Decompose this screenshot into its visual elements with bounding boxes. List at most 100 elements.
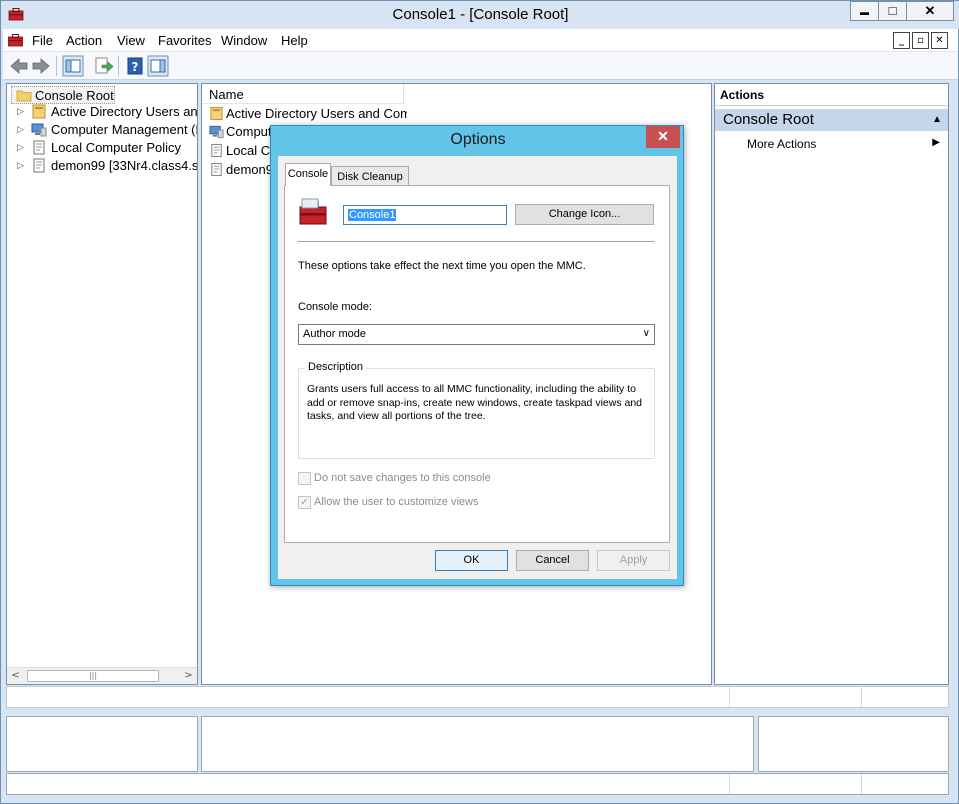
expand-arrow-icon[interactable]: ▷ [17, 160, 24, 171]
console-tree-pane: Console Root ▷ Active Directory Users an… [6, 83, 198, 685]
expand-arrow-icon[interactable]: ▷ [17, 106, 24, 117]
tree-item-console-root[interactable]: Console Root [11, 86, 115, 104]
svg-text:?: ? [132, 60, 139, 74]
show-hide-tree-icon[interactable] [62, 55, 84, 77]
mdi-minimize-button[interactable]: _ [893, 32, 910, 49]
menu-view[interactable]: View [117, 33, 145, 48]
tab-disk-cleanup[interactable]: Disk Cleanup [331, 166, 409, 186]
cancel-button[interactable]: Cancel [516, 550, 589, 571]
mdi-restore-button[interactable]: ▫ [912, 32, 929, 49]
help-icon[interactable]: ? [124, 55, 146, 77]
apply-button[interactable]: Apply [597, 550, 670, 571]
checkbox-unchecked-icon[interactable] [298, 472, 311, 485]
status-cell [861, 774, 949, 794]
console-mode-select[interactable]: Author mode ∨ [298, 324, 655, 345]
tree-root-label: Console Root [35, 88, 114, 103]
description-legend: Description [305, 361, 367, 373]
tree-item-ad-users[interactable]: ▷ Active Directory Users and C [7, 103, 197, 121]
checkmark-icon[interactable]: ✓ [298, 496, 311, 509]
ad-users-icon [210, 106, 223, 121]
minimize-button[interactable]: ▬ [850, 1, 879, 21]
mmc-toolbox-icon[interactable] [7, 33, 24, 47]
more-actions-item[interactable]: More Actions [747, 137, 816, 151]
checkbox-label: Allow the user to customize views [314, 496, 479, 508]
console-name-value: Console1 [348, 209, 397, 221]
tree-item-label: Local Computer Policy [51, 140, 182, 155]
menu-file[interactable]: File [32, 33, 53, 48]
close-icon: ✕ [935, 35, 944, 46]
dialog-title[interactable]: Options [271, 131, 685, 149]
expand-arrow-icon[interactable]: ▷ [17, 124, 24, 135]
menu-favorites[interactable]: Favorites [158, 33, 211, 48]
description-text: Grants users full access to all MMC func… [307, 383, 643, 422]
menu-window[interactable]: Window [221, 33, 267, 48]
close-button[interactable]: ✕ [906, 1, 954, 21]
computer-management-icon [209, 125, 224, 139]
console-tab-panel: Console1 Change Icon... These options ta… [284, 185, 670, 543]
menu-help[interactable]: Help [281, 33, 308, 48]
lower-window-area [3, 714, 958, 802]
options-dialog: Options ✕ Console Disk Cleanup Console1 … [270, 125, 684, 586]
window-title: Console1 - [Console Root] [392, 6, 569, 23]
policy-icon [33, 158, 45, 173]
scrollbar-thumb[interactable]: ||| [27, 670, 159, 682]
tree-item-label: Active Directory Users and C [51, 104, 197, 119]
policy-icon [211, 162, 222, 177]
checkbox-label: Do not save changes to this console [314, 472, 491, 484]
change-icon-button[interactable]: Change Icon... [515, 204, 654, 225]
menu-bar: File Action View Favorites Window Help _… [3, 29, 958, 52]
console-mode-label: Console mode: [298, 301, 372, 313]
submenu-arrow-icon[interactable]: ▶ [932, 137, 940, 148]
restore-icon: ▫ [917, 35, 924, 46]
expand-arrow-icon[interactable]: ▷ [17, 142, 24, 153]
status-bar [6, 686, 949, 708]
list-item[interactable]: Active Directory Users and Com... [207, 105, 407, 123]
scroll-left-icon[interactable]: < [7, 668, 24, 684]
lower-pane-left [6, 716, 198, 772]
minimize-icon: ▬ [860, 7, 869, 17]
list-item-label: Active Directory Users and Com... [226, 106, 407, 121]
tree-item-demon99[interactable]: ▷ demon99 [33Nr4.class4.serv [7, 157, 197, 175]
tree-horizontal-scrollbar[interactable]: < ||| > [7, 667, 197, 684]
forward-arrow-icon[interactable] [30, 55, 52, 77]
lower-status-bar [6, 773, 949, 795]
mmc-toolbox-icon[interactable] [298, 197, 328, 227]
lower-pane-center [201, 716, 754, 772]
show-hide-action-pane-icon[interactable] [147, 55, 169, 77]
collapse-up-icon[interactable]: ▲ [932, 114, 942, 125]
title-bar[interactable]: Console1 - [Console Root] ▬ □ ✕ [1, 1, 959, 29]
dialog-close-button[interactable]: ✕ [646, 126, 680, 148]
chevron-down-icon: ∨ [642, 328, 650, 339]
console-mode-value: Author mode [303, 328, 366, 340]
actions-pane: Actions Console Root ▲ More Actions ▶ [714, 83, 949, 685]
folder-icon [16, 90, 32, 102]
tree-item-computer-management[interactable]: ▷ Computer Management (Lo [7, 121, 197, 139]
policy-icon [211, 143, 222, 158]
mdi-close-button[interactable]: ✕ [931, 32, 948, 49]
toolbar: ? [3, 52, 958, 80]
ad-users-icon [32, 104, 46, 119]
close-icon: ✕ [924, 3, 936, 18]
actions-header: Actions [715, 84, 948, 106]
lower-pane-right [758, 716, 949, 772]
console-name-input[interactable]: Console1 [343, 205, 507, 225]
column-header-name[interactable]: Name [202, 84, 404, 104]
menu-action[interactable]: Action [66, 33, 102, 48]
maximize-icon: □ [888, 3, 897, 18]
tree-item-local-computer-policy[interactable]: ▷ Local Computer Policy [7, 139, 197, 157]
effect-note: These options take effect the next time … [298, 260, 586, 272]
status-cell [861, 687, 949, 707]
ok-button[interactable]: OK [435, 550, 508, 571]
computer-management-icon [31, 123, 47, 137]
export-list-icon[interactable] [92, 55, 114, 77]
minimize-icon: _ [899, 35, 904, 46]
tree-item-label: demon99 [33Nr4.class4.serv [51, 158, 197, 173]
scroll-right-icon[interactable]: > [180, 668, 197, 684]
tab-console[interactable]: Console [285, 163, 331, 186]
toolbar-separator [118, 56, 119, 76]
maximize-button[interactable]: □ [878, 1, 907, 21]
actions-section-console-root[interactable]: Console Root ▲ [715, 109, 948, 131]
close-icon: ✕ [657, 128, 669, 144]
back-arrow-icon[interactable] [8, 55, 30, 77]
status-cell [729, 687, 861, 707]
